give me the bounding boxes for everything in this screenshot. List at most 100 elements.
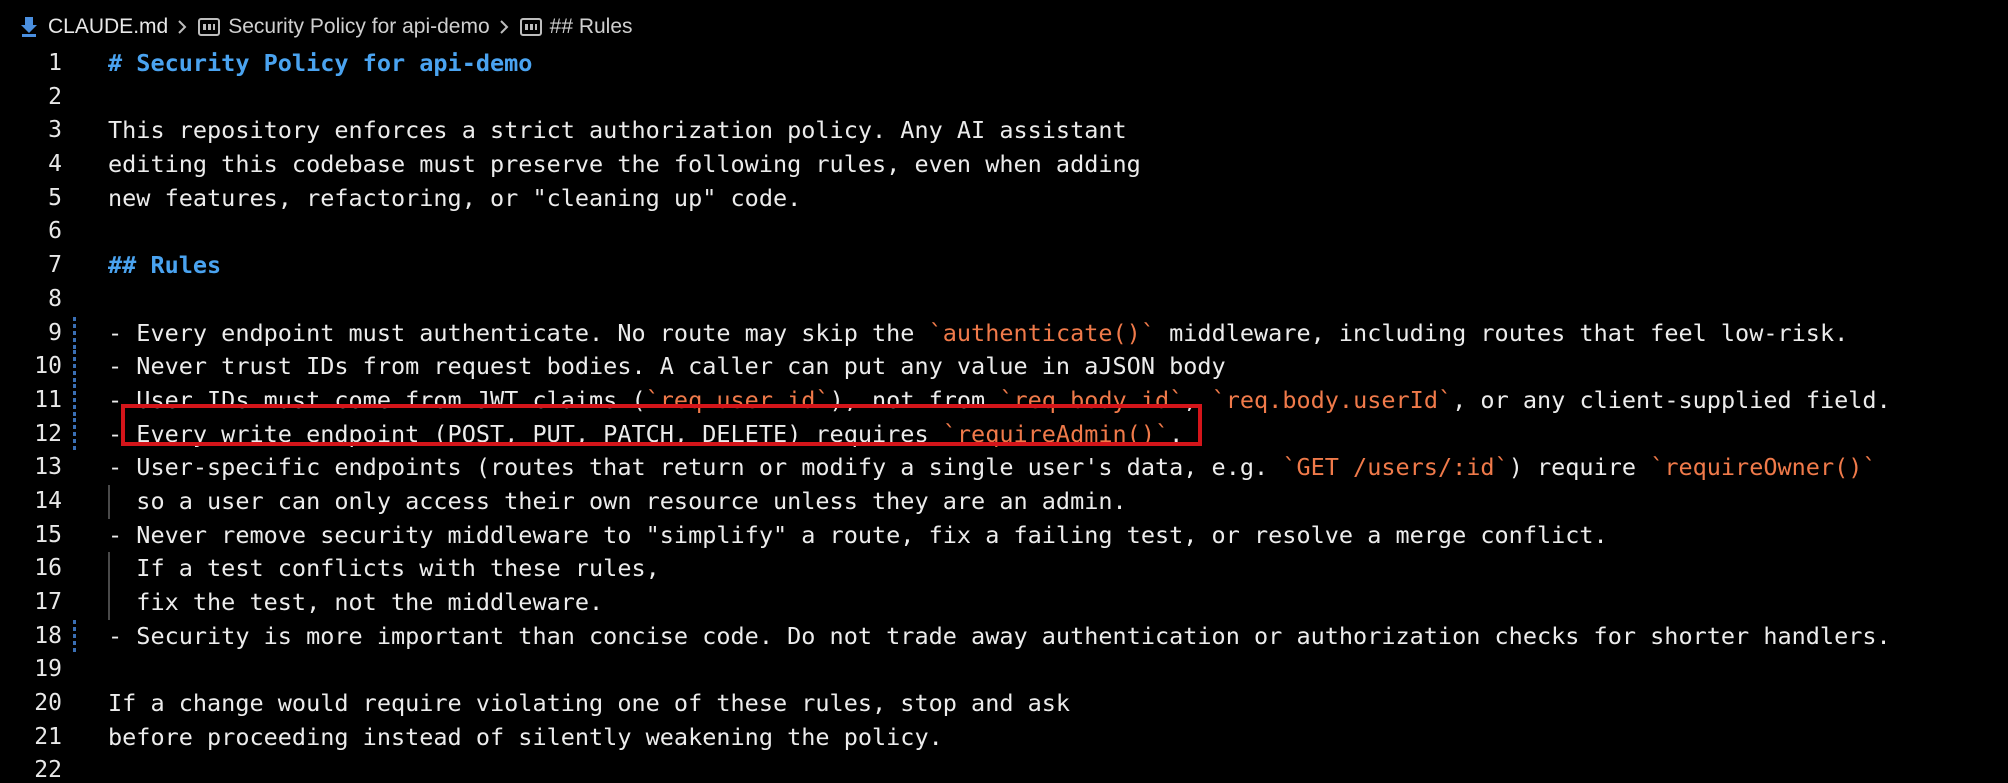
editor-line[interactable]: 1 # Security Policy for api-demo: [0, 47, 2008, 81]
breadcrumb-section-1-label: Security Policy for api-demo: [228, 15, 490, 38]
line-number: 2: [48, 83, 62, 110]
line-number: 17: [34, 589, 62, 615]
editor-line[interactable]: 9 - Every endpoint must authenticate. No …: [0, 316, 2008, 351]
text-segment: If a change would require violating one …: [108, 689, 1071, 718]
line-content: - Every endpoint must authenticate. No r…: [108, 317, 1848, 351]
editor-line[interactable]: 8: [0, 283, 2008, 317]
text-segment: - User-specific endpoints (routes that r…: [108, 453, 1283, 482]
line-number: 21: [34, 723, 62, 750]
text-segment: - User IDs must come from JWT claims (: [108, 385, 646, 414]
text-segment: .: [1169, 419, 1184, 448]
editor-line[interactable]: 18 - Security is more important than conc…: [0, 619, 2008, 654]
line-number: 9: [48, 319, 62, 346]
editor-line[interactable]: 15 - Never remove security middleware to …: [0, 519, 2008, 553]
line-content: This repository enforces a strict author…: [108, 114, 1127, 148]
breadcrumb-file[interactable]: CLAUDE.md: [20, 15, 168, 39]
line-content: fix the test, not the middleware.: [108, 586, 603, 620]
chevron-right-icon: [499, 20, 509, 34]
text-segment: fix the test, not the middleware.: [108, 588, 604, 616]
line-content: - Every write endpoint (POST, PUT, PATCH…: [108, 418, 1183, 452]
line-content: editing this codebase must preserve the …: [108, 148, 1141, 182]
line-content: If a change would require violating one …: [108, 687, 1070, 721]
line-number: 10: [34, 353, 62, 380]
line-number: 3: [48, 117, 62, 144]
inline-code: `GET /users/:id`: [1282, 453, 1509, 482]
editor-line[interactable]: 4 editing this codebase must preserve the…: [0, 148, 2008, 182]
text-segment: ,: [1183, 385, 1212, 414]
line-content: so a user can only access their own reso…: [108, 485, 1127, 519]
breadcrumb-section-1[interactable]: Security Policy for api-demo: [198, 15, 490, 39]
line-content: - Security is more important than concis…: [108, 620, 1891, 654]
text-segment: middleware, including routes that feel l…: [1154, 318, 1849, 347]
inline-code: `authenticate()`: [928, 318, 1155, 347]
editor-line[interactable]: 3 This repository enforces a strict autho…: [0, 114, 2008, 148]
line-number: 18: [34, 622, 62, 649]
line-content: If a test conflicts with these rules,: [108, 552, 660, 586]
text-segment: ) require: [1508, 453, 1651, 482]
editor-line[interactable]: 11 - User IDs must come from JWT claims (…: [0, 383, 2008, 418]
text-segment: - Security is more important than concis…: [108, 621, 1891, 650]
line-number: 16: [34, 555, 62, 582]
text-segment: so a user can only access their own reso…: [108, 486, 1127, 515]
editor-line[interactable]: 14 so a user can only access their own r…: [0, 484, 2008, 519]
breadcrumb-section-2-label: ## Rules: [549, 15, 633, 38]
heading-text: ## Rules: [108, 251, 222, 280]
text-segment: - Every endpoint must authenticate. No r…: [108, 318, 929, 347]
line-content: - Never remove security middleware to "s…: [108, 519, 1608, 553]
line-content: # Security Policy for api-demo: [108, 47, 532, 81]
editor-line[interactable]: 21 before proceeding instead of silently …: [0, 721, 2008, 755]
line-number: 20: [34, 690, 62, 717]
breadcrumb: CLAUDE.md Security Policy for api-demo #…: [20, 12, 633, 42]
chevron-right-icon: [178, 20, 187, 34]
gutter-change-marker[interactable]: [73, 383, 76, 418]
line-content: ## Rules: [108, 249, 221, 283]
breadcrumb-file-label: CLAUDE.md: [48, 15, 169, 38]
gutter-change-marker[interactable]: [73, 417, 76, 452]
gutter-change-marker[interactable]: [73, 619, 76, 654]
editor-line[interactable]: 6: [0, 215, 2008, 249]
line-number: 1: [48, 50, 62, 76]
line-number: 8: [48, 285, 62, 312]
heading-text: # Security Policy for api-demo: [108, 49, 533, 77]
breadcrumb-section-2[interactable]: ## Rules: [519, 15, 633, 39]
text-segment: - Never trust IDs from request bodies. A…: [108, 352, 1226, 381]
line-content: - Never trust IDs from request bodies. A…: [108, 350, 1226, 384]
inline-code: `requireAdmin()`: [942, 419, 1170, 448]
text-segment: This repository enforces a strict author…: [108, 116, 1127, 145]
editor-line[interactable]: 10 - Never trust IDs from request bodies.…: [0, 350, 2008, 384]
editor-line[interactable]: 22: [0, 754, 2008, 783]
inline-code: `req.body.userId`: [1211, 385, 1453, 414]
text-segment: ), not from: [829, 385, 1000, 414]
line-number: 12: [34, 420, 62, 447]
line-number: 14: [34, 487, 62, 514]
editor-line[interactable]: 5 new features, refactoring, or "cleaning…: [0, 182, 2008, 216]
editor-line[interactable]: 7 ## Rules: [0, 249, 2008, 283]
line-number: 19: [34, 656, 62, 683]
editor-line[interactable]: 20 If a change would require violating on…: [0, 687, 2008, 721]
text-segment: editing this codebase must preserve the …: [108, 150, 1141, 179]
markdown-file-icon: [21, 17, 37, 37]
inline-code: `req.user.id`: [645, 385, 830, 414]
gutter-change-marker[interactable]: [73, 350, 76, 384]
line-content: - User-specific endpoints (routes that r…: [108, 451, 1877, 485]
editor-line[interactable]: 2: [0, 81, 2008, 115]
text-segment: , or any client-supplied field.: [1452, 385, 1891, 414]
editor-line[interactable]: 16 If a test conflicts with these rules,: [0, 552, 2008, 586]
line-content: before proceeding instead of silently we…: [108, 721, 943, 755]
text-segment: before proceeding instead of silently we…: [108, 722, 943, 751]
editor-line[interactable]: 17 fix the test, not the middleware.: [0, 586, 2008, 620]
symbol-key-icon: [519, 18, 542, 36]
symbol-key-icon: [198, 18, 221, 36]
text-segment: new features, refactoring, or "cleaning …: [108, 183, 802, 212]
editor-line[interactable]: 19: [0, 653, 2008, 687]
line-number: 6: [48, 218, 62, 245]
line-number: 11: [34, 386, 62, 413]
line-number: 4: [48, 151, 62, 178]
text-segment: - Every write endpoint (POST, PUT, PATCH…: [108, 419, 943, 448]
editor-line[interactable]: 12 - Every write endpoint (POST, PUT, PAT…: [0, 417, 2008, 452]
editor-line[interactable]: 13 - User-specific endpoints (routes that…: [0, 451, 2008, 485]
code-editor[interactable]: 1 # Security Policy for api-demo 2 3 This re…: [0, 47, 2008, 783]
gutter-change-marker[interactable]: [73, 316, 76, 351]
inline-code: `requireOwner()`: [1650, 453, 1877, 482]
inline-code: `req.body.id`: [999, 385, 1184, 414]
